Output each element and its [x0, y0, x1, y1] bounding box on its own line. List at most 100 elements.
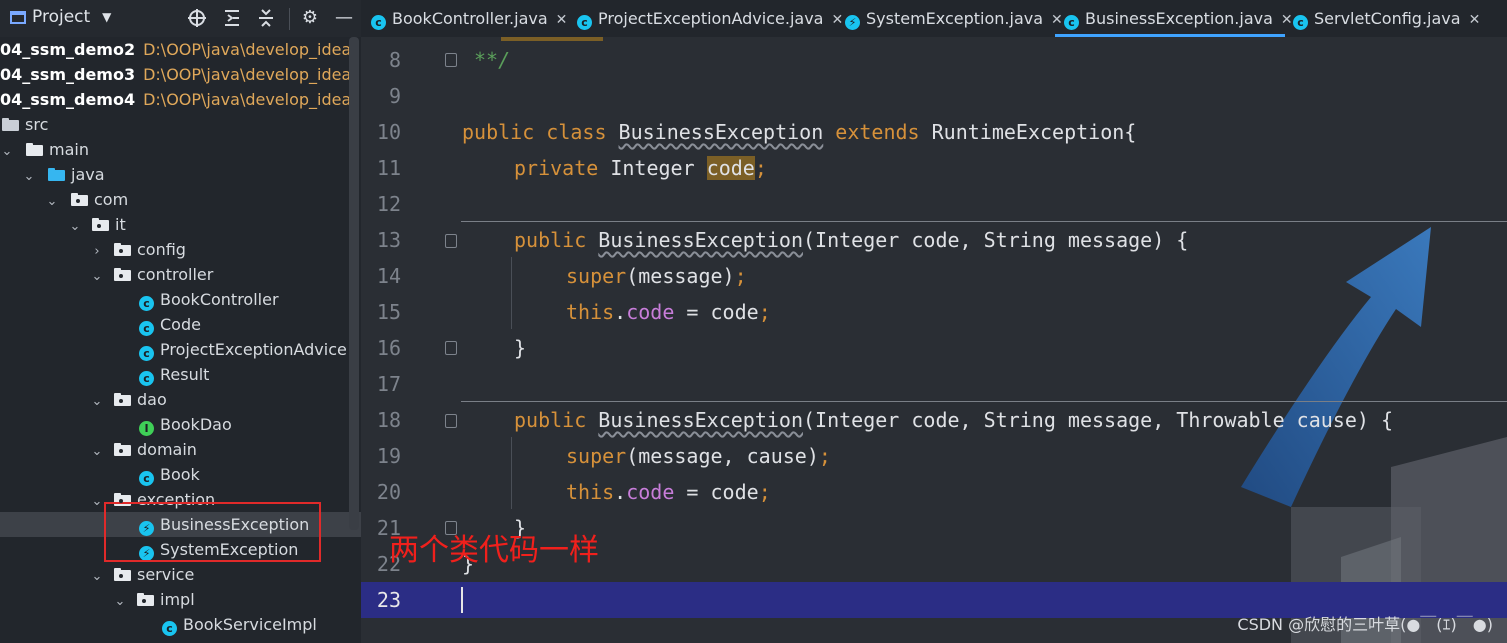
- package-icon: [114, 268, 131, 281]
- close-icon[interactable]: ✕: [831, 12, 843, 28]
- tab-label: BusinessException.java: [1085, 9, 1273, 28]
- class-icon: c: [139, 371, 154, 386]
- tree-package-com[interactable]: ⌄ com: [0, 187, 361, 212]
- module-name: 04_ssm_demo3: [0, 65, 136, 84]
- chevron-down-icon[interactable]: ⌄: [0, 139, 14, 162]
- code-line: public class BusinessException extends R…: [462, 120, 1137, 144]
- tree-label: domain: [137, 440, 197, 459]
- tab-systemexception[interactable]: ⚡ SystemException.java ✕: [845, 0, 1063, 37]
- project-view-selector[interactable]: Project ▼: [10, 7, 111, 27]
- class-icon: c: [139, 296, 154, 311]
- chevron-down-icon[interactable]: ⌄: [90, 489, 104, 512]
- module-name: 04_ssm_demo4: [0, 90, 136, 109]
- project-panel-scrollbar[interactable]: [349, 37, 359, 530]
- project-window-icon: [10, 10, 26, 24]
- tab-servletconfig[interactable]: c ServletConfig.java ✕: [1293, 0, 1480, 37]
- collapse-all-icon[interactable]: [255, 8, 277, 33]
- tree-class-item[interactable]: c Code: [0, 312, 361, 337]
- chevron-down-icon[interactable]: ⌄: [90, 564, 104, 587]
- tree-class-item[interactable]: c Book: [0, 462, 361, 487]
- package-icon: [114, 443, 131, 456]
- tree-interface-item[interactable]: I BookDao: [0, 412, 361, 437]
- tree-class-item[interactable]: c BookController: [0, 287, 361, 312]
- tree-label: Book: [160, 465, 200, 484]
- line-number: 18: [376, 408, 401, 432]
- tab-projectexceptionadvice[interactable]: c ProjectExceptionAdvice.java ✕: [577, 0, 843, 37]
- locate-icon[interactable]: [186, 8, 208, 33]
- chevron-down-icon[interactable]: ⌄: [90, 264, 104, 287]
- tree-module-item[interactable]: 04_ssm_demo4 D:\OOP\java\develop_idea\0: [0, 87, 349, 112]
- module-path: D:\OOP\java\develop_idea\0: [143, 40, 349, 59]
- chevron-down-icon[interactable]: ⌄: [68, 214, 82, 237]
- expand-all-icon[interactable]: [221, 8, 243, 33]
- tab-label: BookController.java: [392, 9, 548, 28]
- class-icon: c: [139, 321, 154, 336]
- chevron-right-icon[interactable]: ›: [90, 239, 104, 262]
- code-line: private Integer code;: [514, 156, 767, 180]
- code-editor[interactable]: 8 9 10 11 12 13 14 15 16 17 18 19 20 21 …: [361, 37, 1507, 643]
- package-icon: [137, 593, 154, 606]
- line-number: 11: [376, 156, 401, 180]
- close-icon[interactable]: ✕: [1469, 12, 1481, 28]
- package-icon: [114, 393, 131, 406]
- code-line: **/: [474, 48, 510, 72]
- class-icon: c: [577, 15, 592, 30]
- chevron-down-icon[interactable]: ⌄: [90, 389, 104, 412]
- line-number: 12: [376, 192, 401, 216]
- gear-icon[interactable]: ⚙: [299, 8, 321, 28]
- tree-label: config: [137, 240, 186, 259]
- interface-icon: I: [139, 421, 154, 436]
- code-line: }: [514, 336, 527, 360]
- line-number: 20: [376, 480, 401, 504]
- tree-class-item[interactable]: c Result: [0, 362, 361, 387]
- tree-module-item[interactable]: 04_ssm_demo2 D:\OOP\java\develop_idea\0: [0, 37, 349, 62]
- code-line: public BusinessException(Integer code, S…: [514, 408, 1394, 432]
- minimize-icon[interactable]: —: [333, 8, 355, 28]
- tree-package-config[interactable]: › config: [0, 237, 361, 262]
- indent-guide: [511, 257, 512, 329]
- code-line: super(message, cause);: [566, 444, 831, 468]
- method-separator: [461, 401, 1507, 402]
- tree-package-domain[interactable]: ⌄ domain: [0, 437, 361, 462]
- folder-icon: [26, 143, 43, 156]
- fold-icon[interactable]: [445, 234, 457, 248]
- project-panel: Project ▼ ⚙ — 04_ssm_demo2 D:\OOP\java\de…: [0, 0, 361, 643]
- tree-package-it[interactable]: ⌄ it: [0, 212, 361, 237]
- tree-package-dao[interactable]: ⌄ dao: [0, 387, 361, 412]
- tree-package-service[interactable]: ⌄ service: [0, 562, 361, 587]
- tab-bookcontroller[interactable]: c BookController.java ✕: [371, 0, 567, 37]
- line-number: 17: [376, 372, 401, 396]
- class-icon: c: [1064, 15, 1079, 30]
- package-icon: [71, 193, 88, 206]
- header-separator: [289, 8, 290, 30]
- chevron-down-icon[interactable]: ▼: [102, 10, 111, 24]
- tree-label: service: [137, 565, 195, 584]
- tree-folder-src[interactable]: src: [0, 112, 351, 137]
- chevron-down-icon[interactable]: ⌄: [45, 189, 59, 212]
- line-number: 9: [388, 84, 401, 108]
- tree-package-controller[interactable]: ⌄ controller: [0, 262, 361, 287]
- chevron-down-icon[interactable]: ⌄: [90, 439, 104, 462]
- tree-folder-main[interactable]: ⌄ main: [0, 137, 349, 162]
- tree-module-item[interactable]: 04_ssm_demo3 D:\OOP\java\develop_idea\0: [0, 62, 349, 87]
- close-icon[interactable]: ✕: [1281, 12, 1293, 28]
- fold-icon[interactable]: [445, 53, 457, 67]
- tree-label: controller: [137, 265, 214, 284]
- tab-businessexception[interactable]: c BusinessException.java ✕: [1055, 0, 1293, 37]
- chevron-down-icon[interactable]: ⌄: [22, 164, 36, 187]
- line-number: 13: [376, 228, 401, 252]
- code-line: this.code = code;: [566, 300, 771, 324]
- class-icon: c: [371, 15, 386, 30]
- tree-label: src: [25, 115, 49, 134]
- tab-label: SystemException.java: [866, 9, 1044, 28]
- fold-icon[interactable]: [445, 414, 457, 428]
- tree-package-impl[interactable]: ⌄ impl: [0, 587, 361, 612]
- chevron-down-icon[interactable]: ⌄: [113, 589, 127, 612]
- tree-folder-java[interactable]: ⌄ java: [0, 162, 361, 187]
- tree-label: ProjectExceptionAdvice: [160, 340, 347, 359]
- code-line: super(message);: [566, 264, 747, 288]
- tree-class-item[interactable]: c BookServiceImpl: [0, 612, 361, 637]
- close-icon[interactable]: ✕: [556, 12, 568, 28]
- fold-icon[interactable]: [445, 341, 457, 355]
- tree-class-item[interactable]: c ProjectExceptionAdvice: [0, 337, 361, 362]
